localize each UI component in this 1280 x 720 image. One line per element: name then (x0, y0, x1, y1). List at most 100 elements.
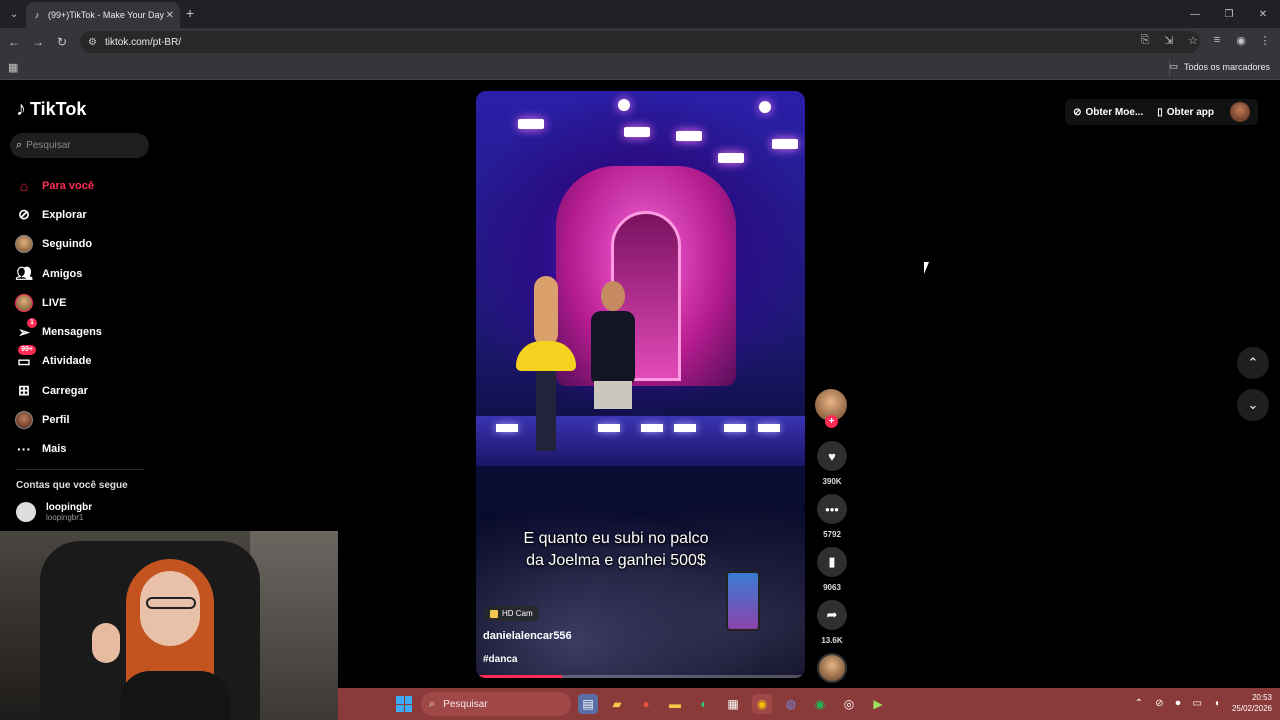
streamer-hand (92, 623, 120, 663)
sidebar-item-atividade[interactable]: ▭ 99+ Atividade (14, 345, 154, 376)
effect-tag[interactable]: HD Cam (484, 606, 539, 621)
following-account[interactable]: loopingbr loopingbr1 (16, 502, 92, 522)
creator-avatar[interactable]: + (815, 389, 847, 428)
restore-icon[interactable]: ❐ (1212, 0, 1246, 28)
following-username: loopingbr1 (46, 513, 84, 522)
search-placeholder: Pesquisar (26, 140, 71, 151)
apps-grid-icon[interactable]: ▦ (8, 61, 18, 74)
url-text: tiktok.com/pt-BR/ (104, 36, 182, 48)
floor-light (724, 424, 746, 432)
search-input[interactable]: ⌕ Pesquisar (10, 133, 149, 158)
messages-icon: ➢ 1 (14, 318, 37, 342)
video-author[interactable]: danielalencar556 (483, 630, 572, 642)
floor-light (674, 424, 696, 432)
get-app-button[interactable]: ▯ Obter app (1157, 107, 1214, 118)
compass-icon: ⊘ (18, 206, 30, 223)
background-shelf (250, 531, 338, 720)
all-bookmarks-button[interactable]: ▭ Todos os marcadores (1169, 61, 1270, 72)
sidebar-item-explorar[interactable]: ⊘ Explorar (14, 200, 154, 229)
sidebar-item-para-voce[interactable]: ⌂ Para você (14, 171, 154, 200)
back-icon[interactable]: ← (2, 30, 26, 54)
task-view-icon[interactable]: ▤ (578, 694, 598, 714)
next-video-button[interactable]: ⌄ (1237, 389, 1269, 421)
sidebar-item-mensagens[interactable]: ➢ 1 Mensagens (14, 317, 154, 346)
forward-icon[interactable]: → (26, 30, 50, 54)
tray-app-icon[interactable]: ⊘ (1155, 698, 1163, 709)
coin-icon: ⊘ (1073, 106, 1082, 118)
browser-tab[interactable]: ♪ (99+)TikTok - Make Your Day ✕ (26, 2, 180, 28)
obs-icon[interactable]: ◎ (839, 694, 859, 714)
follow-plus-icon[interactable]: + (825, 415, 838, 428)
video-player[interactable]: E quanto eu subi no palco da Joelma e ga… (476, 91, 805, 678)
tiktok-note-icon: ♪ (16, 98, 26, 120)
share-button[interactable]: ➦ 13.6K (815, 600, 849, 645)
sidebar-item-carregar[interactable]: ⊞ Carregar (14, 376, 154, 405)
windows-start-icon[interactable] (396, 696, 412, 712)
like-button[interactable]: ♥ 390K (815, 441, 849, 486)
notification-badge: 99+ (18, 345, 36, 356)
dancer-figure (516, 271, 576, 461)
video-caption: E quanto eu subi no palco da Joelma e ga… (523, 530, 709, 569)
sidebar-item-live[interactable]: LIVE (14, 288, 154, 317)
file-explorer-icon[interactable]: ▰ (607, 694, 627, 714)
new-tab-icon[interactable]: + (186, 5, 194, 21)
save-button[interactable]: ▮ 9063 (815, 547, 849, 592)
game-app-icon[interactable]: ▶ (868, 694, 888, 714)
streamer-shirt (120, 671, 230, 720)
chrome-icon[interactable]: ◉ (752, 694, 772, 714)
volume-icon[interactable]: ◖ (1214, 698, 1220, 709)
comment-button[interactable]: ••• 5792 (815, 494, 849, 539)
action-bar: + ♥ 390K ••• 5792 ▮ 9063 ➦ 13.6K (815, 389, 849, 683)
menu-icon[interactable]: ⋮ (1258, 34, 1272, 47)
address-bar[interactable]: ⚙ tiktok.com/pt-BR/ (80, 31, 1200, 53)
sidebar-item-mais[interactable]: ··· Mais (14, 435, 154, 464)
floor-light (496, 424, 518, 432)
network-icon[interactable]: ▭ (1192, 698, 1201, 709)
site-info-icon[interactable]: ⚙ (88, 37, 97, 48)
taskbar-clock[interactable]: 20:53 25/02/2026 (1232, 692, 1272, 714)
profile-icon[interactable]: ◉ (1234, 34, 1248, 47)
stage-light (772, 139, 798, 149)
get-coins-button[interactable]: ⊘ Obter Moe... (1073, 107, 1143, 118)
sidebar-item-amigos[interactable]: 👥︎ Amigos (14, 259, 154, 288)
tiktok-favicon-icon: ♪ (34, 10, 40, 20)
reload-icon[interactable]: ↻ (50, 30, 74, 54)
header-actions: ⊘ Obter Moe... ▯ Obter app (1065, 99, 1258, 125)
taskbar-search[interactable]: ⌕ Pesquisar (421, 692, 571, 716)
music-disc[interactable] (817, 653, 847, 683)
bookmark-star-icon[interactable]: ☆ (1186, 34, 1200, 47)
install-icon[interactable]: ⇲ (1162, 34, 1176, 47)
floor-light (641, 424, 663, 432)
folder-icon: ▭ (1169, 61, 1178, 71)
close-window-icon[interactable]: ✕ (1246, 0, 1280, 28)
video-hashtag[interactable]: #danca (483, 654, 517, 665)
discord-icon[interactable]: ◍ (781, 694, 801, 714)
browser-titlebar: ⌄ ♪ (99+)TikTok - Make Your Day ✕ + — ❐ … (0, 0, 1280, 28)
store-icon[interactable]: ▦ (723, 694, 743, 714)
webcam-overlay (0, 531, 338, 720)
sidebar-item-seguindo[interactable]: Seguindo (14, 230, 154, 259)
avatar (15, 235, 33, 254)
tab-title: (99+)TikTok - Make Your Day (48, 10, 164, 20)
glasses (146, 597, 196, 609)
translate-icon[interactable]: ⎘ (1138, 34, 1152, 47)
profile-avatar[interactable] (1230, 102, 1250, 122)
app-icon[interactable]: ● (636, 694, 656, 714)
folder-icon[interactable]: ▬ (665, 694, 685, 714)
close-tab-icon[interactable]: ✕ (166, 10, 174, 21)
media-icon[interactable]: ≡ (1210, 34, 1224, 47)
tray-overflow-icon[interactable]: ⌃ (1135, 698, 1143, 709)
comment-icon: ••• (817, 494, 847, 524)
microphone-icon[interactable]: ⏺︎ (1175, 698, 1180, 709)
previous-video-button[interactable]: ⌃ (1237, 347, 1269, 379)
notification-badge: 1 (27, 318, 37, 329)
minimize-icon[interactable]: — (1178, 0, 1212, 28)
tiktok-logo[interactable]: ♪ TikTok (16, 98, 86, 121)
spotify-icon[interactable]: ◉ (810, 694, 830, 714)
sidebar-item-perfil[interactable]: Perfil (14, 405, 154, 434)
stage-light (624, 127, 650, 137)
edge-icon[interactable]: ◐ (694, 694, 714, 714)
like-count: 390K (822, 477, 842, 486)
tab-search-icon[interactable]: ⌄ (4, 4, 24, 24)
video-progress[interactable] (476, 675, 805, 678)
